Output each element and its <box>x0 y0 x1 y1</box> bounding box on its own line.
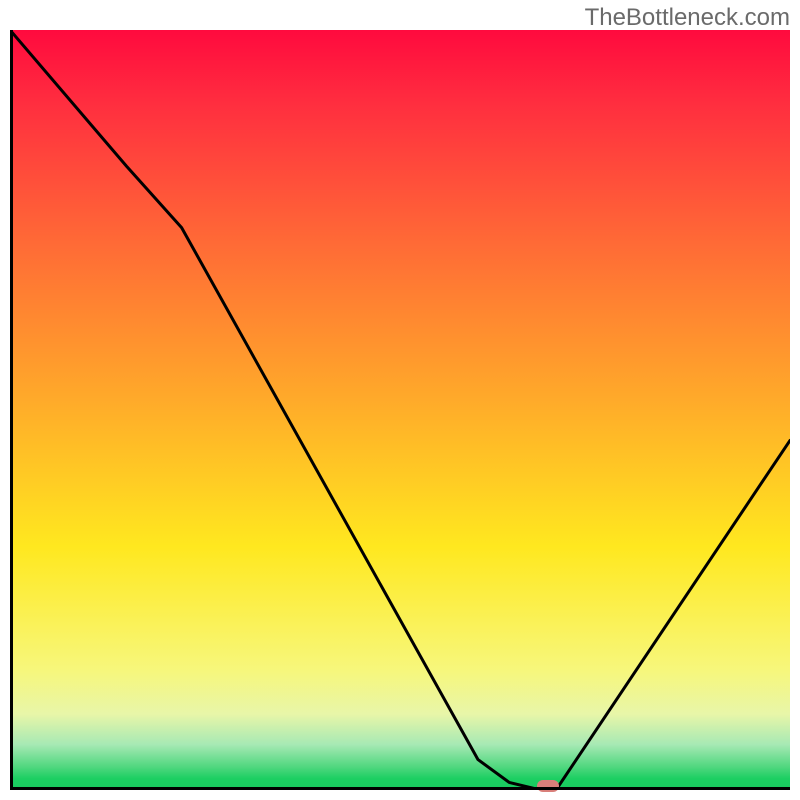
bottleneck-curve <box>10 30 790 790</box>
curve-svg <box>10 30 790 790</box>
optimal-marker <box>537 780 559 792</box>
plot-area <box>10 30 790 790</box>
chart-container: TheBottleneck.com <box>0 0 800 800</box>
watermark-text: TheBottleneck.com <box>585 4 790 32</box>
